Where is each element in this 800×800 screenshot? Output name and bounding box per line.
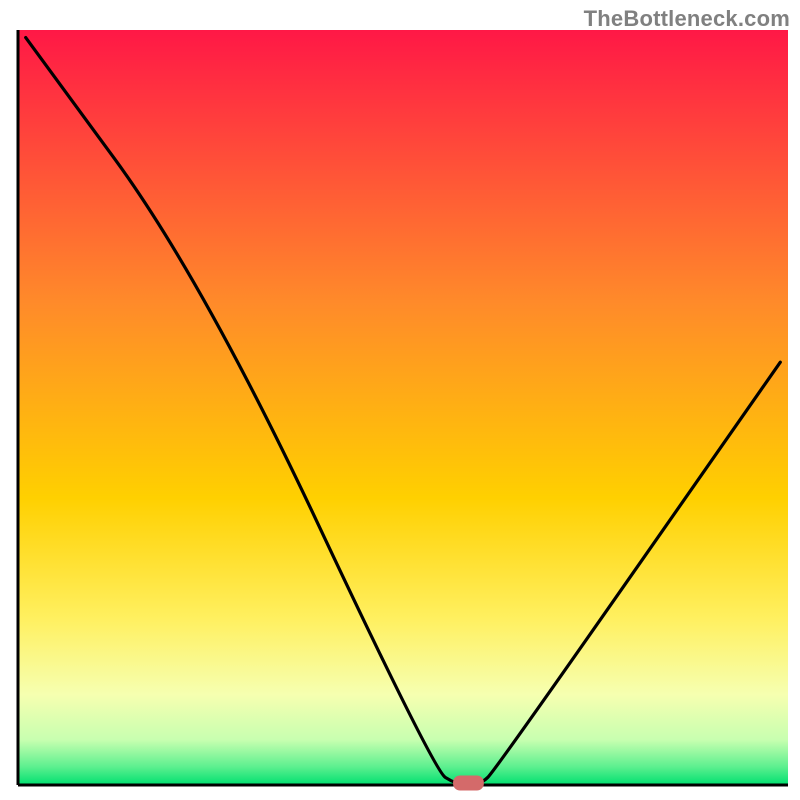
optimum-marker <box>453 775 484 790</box>
chart-container: TheBottleneck.com <box>0 0 800 800</box>
watermark-text: TheBottleneck.com <box>584 6 790 32</box>
bottleneck-chart <box>0 0 800 800</box>
plot-background <box>18 30 788 785</box>
